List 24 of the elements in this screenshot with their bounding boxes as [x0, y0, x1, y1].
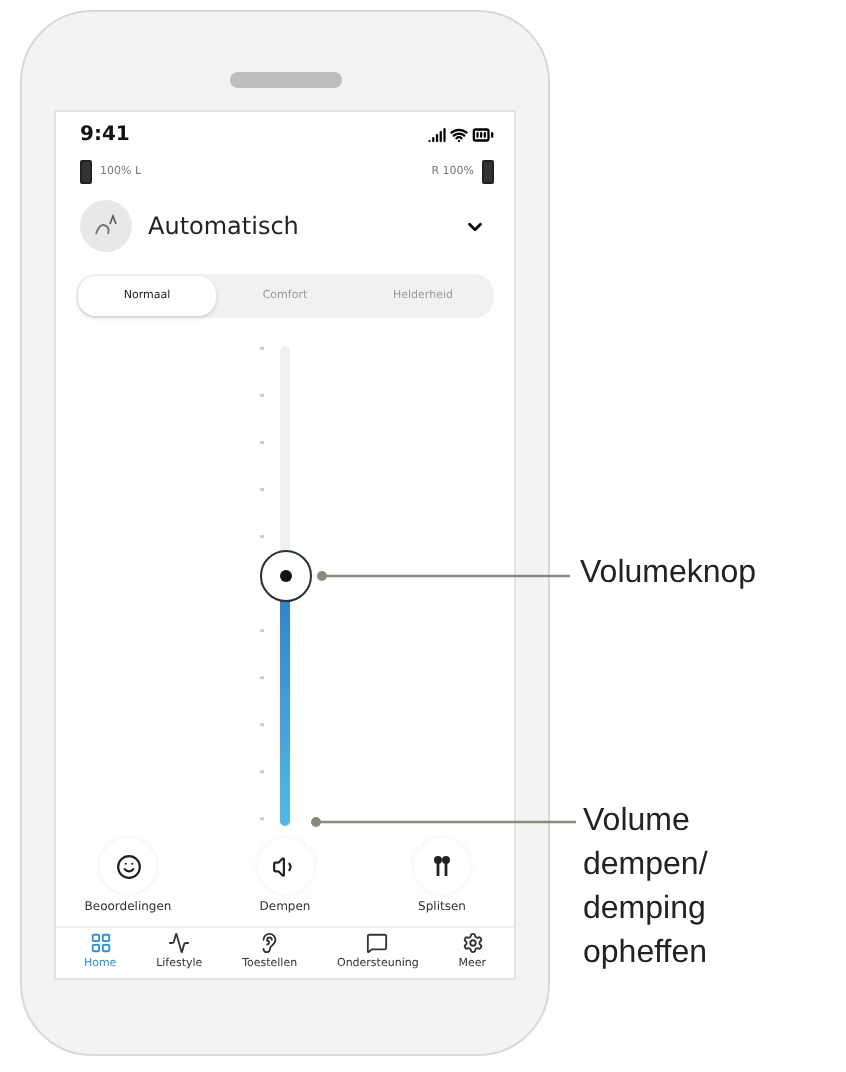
thumb-dot — [279, 570, 291, 583]
pulse-icon — [168, 932, 191, 954]
battery-icon — [472, 123, 494, 145]
signal-icon — [428, 125, 446, 143]
action-button[interactable] — [100, 838, 156, 894]
smiley-icon — [115, 853, 141, 879]
settings-icon — [461, 932, 484, 954]
speaker-icon — [272, 853, 298, 879]
action-button[interactable] — [414, 838, 470, 894]
program-name[interactable]: Automatisch — [148, 212, 448, 240]
callout-label: Volumeknop — [580, 556, 757, 593]
split-icon — [430, 854, 454, 878]
callout-label: Volume dempen/ demping opheffen — [583, 802, 710, 974]
volume-thumb[interactable] — [259, 550, 311, 603]
status-time: 9:41 — [80, 123, 130, 145]
battery-icon — [482, 160, 494, 184]
speaker-slot — [229, 72, 341, 88]
action-button[interactable] — [257, 838, 313, 894]
grid-icon — [89, 932, 112, 954]
ear-icon — [258, 932, 281, 954]
battery-icon — [80, 160, 92, 184]
program-icon — [80, 200, 132, 252]
chat-icon — [366, 932, 389, 954]
wifi-icon — [450, 125, 468, 143]
